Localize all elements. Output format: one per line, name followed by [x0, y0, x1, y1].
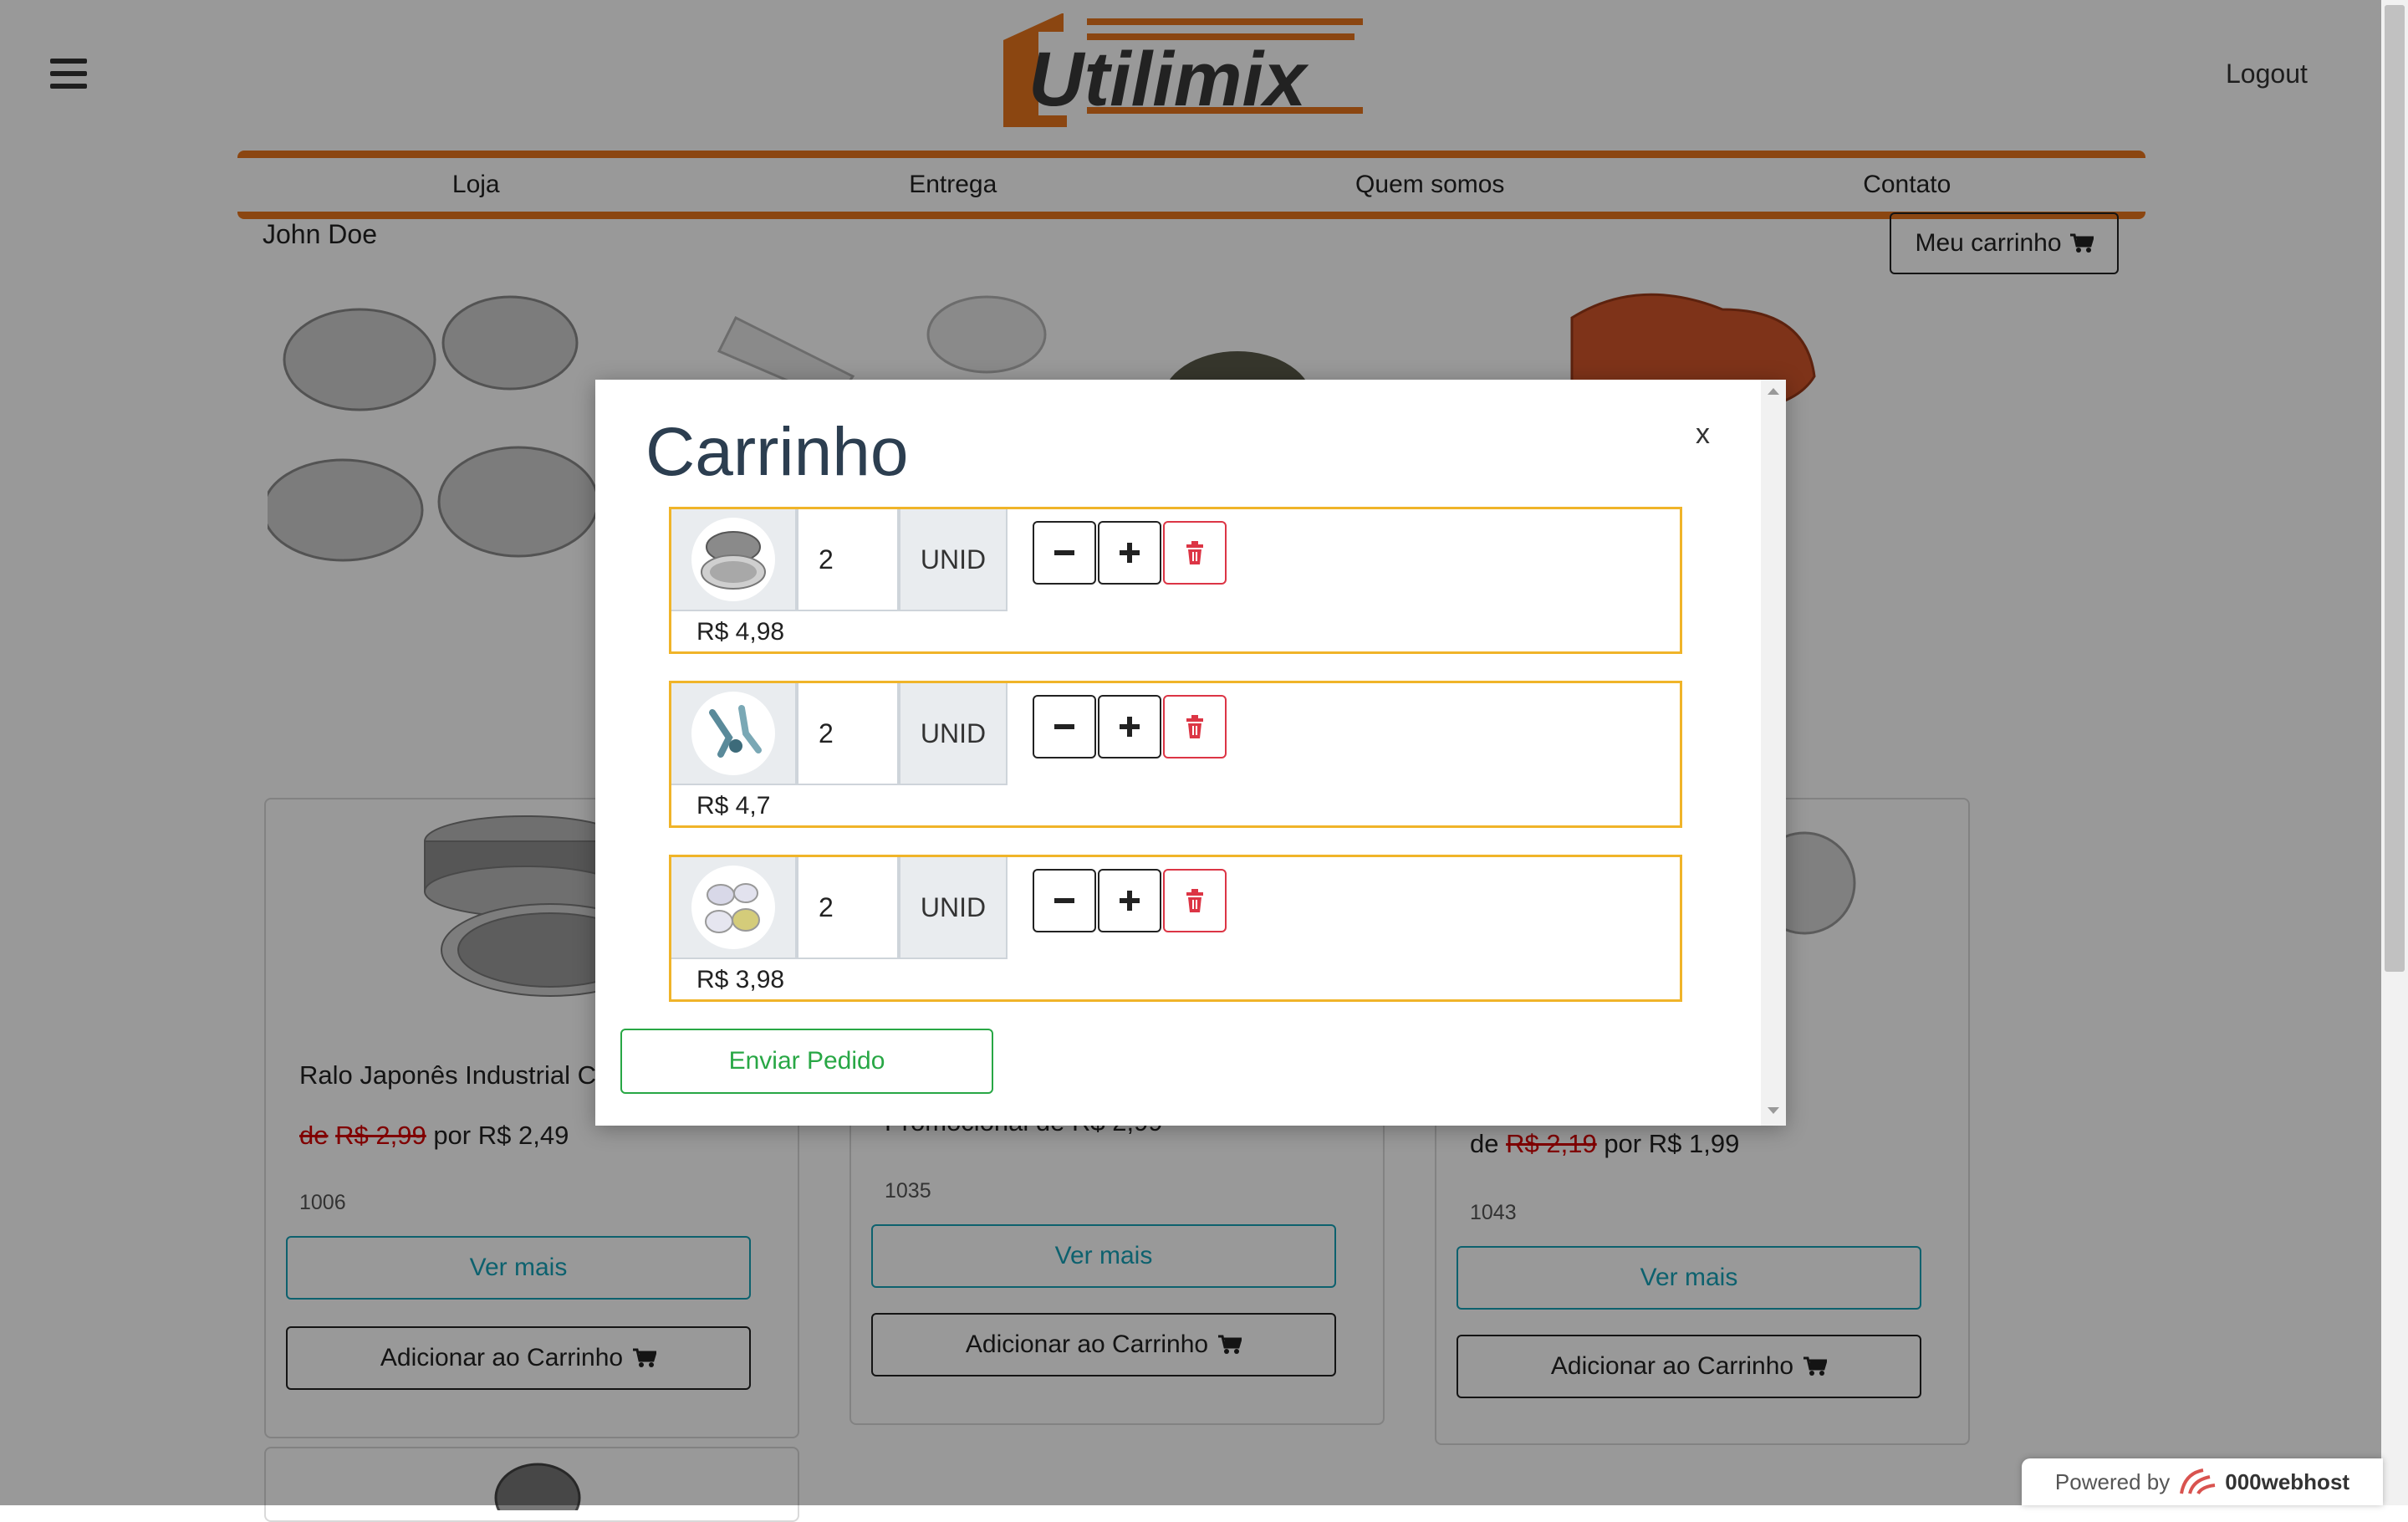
remove-item-button[interactable]	[1163, 869, 1227, 932]
remove-item-button[interactable]	[1163, 695, 1227, 758]
trash-icon	[1186, 715, 1203, 738]
cart-item-thumb	[671, 857, 797, 959]
powered-by-badge[interactable]: Powered by 000webhost	[2022, 1458, 2383, 1505]
decrease-quantity-button[interactable]	[1033, 521, 1096, 585]
powered-by-label: Powered by	[2054, 1468, 2171, 1494]
unit-label: UNID	[899, 857, 1008, 959]
cart-item: 2 UNID R$ 4,7	[669, 681, 1682, 828]
close-icon[interactable]: x	[1696, 418, 1710, 451]
modal-title: Carrinho	[645, 414, 909, 490]
increase-quantity-button[interactable]	[1098, 521, 1161, 585]
cart-item-price: R$ 3,98	[696, 966, 785, 993]
cart-item-thumb	[671, 509, 797, 611]
webhost-logo-icon	[2180, 1468, 2216, 1495]
remove-item-button[interactable]	[1163, 521, 1227, 585]
unit-label: UNID	[899, 683, 1008, 785]
cart-item: 2 UNID R$ 4,98	[669, 507, 1682, 654]
minus-icon	[1054, 724, 1074, 729]
unit-label: UNID	[899, 509, 1008, 611]
increase-quantity-button[interactable]	[1098, 869, 1161, 932]
modal-scrollbar[interactable]	[1761, 380, 1786, 1126]
cart-item-price: R$ 4,7	[696, 792, 771, 820]
minus-icon	[1054, 550, 1074, 555]
quantity-input[interactable]: 2	[797, 857, 899, 959]
send-order-button[interactable]: Enviar Pedido	[620, 1029, 993, 1094]
cart-item: 2 UNID R$ 3,98	[669, 855, 1682, 1002]
cart-item-price: R$ 4,98	[696, 618, 785, 646]
increase-quantity-button[interactable]	[1098, 695, 1161, 758]
page: Utilimix Logout Loja Entrega Quem somos …	[0, 0, 2408, 1522]
scroll-down-arrow-icon[interactable]	[1768, 1107, 1779, 1114]
trash-icon	[1186, 541, 1203, 564]
powered-by-brand: 000webhost	[2225, 1468, 2350, 1494]
decrease-quantity-button[interactable]	[1033, 869, 1096, 932]
plus-icon	[1120, 891, 1140, 911]
plus-icon	[1120, 543, 1140, 563]
trash-icon	[1186, 889, 1203, 912]
quantity-input[interactable]: 2	[797, 683, 899, 785]
decrease-quantity-button[interactable]	[1033, 695, 1096, 758]
clips-icon	[709, 705, 762, 758]
caps-icon	[705, 883, 760, 933]
cart-item-thumb	[671, 683, 797, 785]
plus-icon	[1120, 717, 1140, 737]
strainer-icon	[701, 531, 766, 590]
minus-icon	[1054, 898, 1074, 903]
quantity-input[interactable]: 2	[797, 509, 899, 611]
cart-modal: Carrinho x 2 UNID R$ 4,98 2 UNID R$ 4,7 …	[595, 380, 1786, 1126]
scroll-up-arrow-icon[interactable]	[1768, 388, 1779, 395]
page-scrollbar-thumb[interactable]	[2385, 5, 2405, 972]
